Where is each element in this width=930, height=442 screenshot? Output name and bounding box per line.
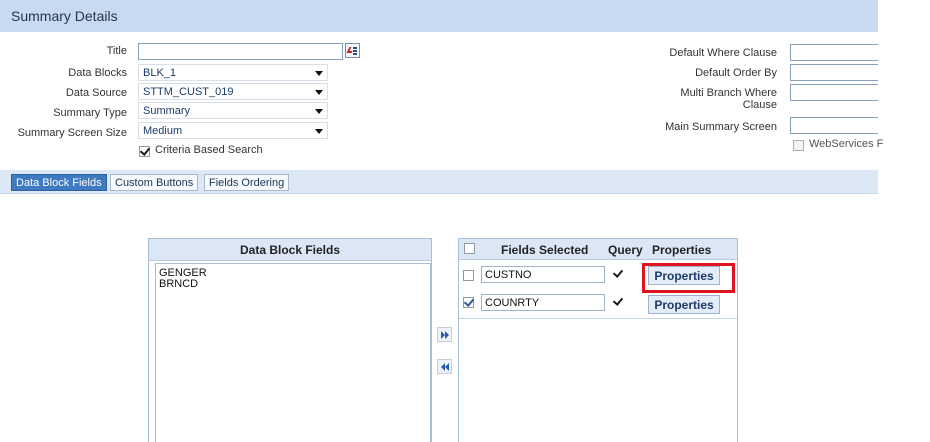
list-item[interactable]: BRNCD — [156, 279, 430, 290]
screen-size-select[interactable]: Medium — [138, 122, 328, 139]
fields-selected-header: Fields Selected — [501, 243, 589, 257]
chevron-down-icon — [315, 90, 323, 95]
webservices-checkbox[interactable] — [793, 140, 804, 151]
grid-divider — [459, 318, 737, 319]
data-block-fields-header: Data Block Fields — [149, 239, 431, 261]
row-select-checkbox[interactable] — [463, 297, 474, 308]
field-name-input[interactable]: CUSTNO — [481, 266, 605, 283]
fields-selected-header-row: Fields Selected Query Properties — [459, 239, 737, 260]
title-input[interactable] — [138, 43, 343, 60]
properties-header: Properties — [652, 243, 712, 257]
tab-fields-ordering[interactable]: Fields Ordering — [204, 174, 290, 191]
default-order-input[interactable] — [790, 64, 878, 81]
default-where-label: Default Where Clause — [669, 47, 777, 59]
criteria-search-label: Criteria Based Search — [155, 144, 263, 156]
data-block-fields-list[interactable]: GENGER BRNCD — [155, 263, 431, 442]
tab-bar: Data Block Fields Custom Buttons Fields … — [0, 170, 878, 194]
chevron-down-icon — [315, 109, 323, 114]
default-where-input[interactable] — [790, 44, 878, 61]
page-title: Summary Details — [11, 8, 118, 24]
default-order-label: Default Order By — [695, 67, 777, 79]
highlight-box — [642, 263, 735, 293]
data-blocks-select[interactable]: BLK_1 — [138, 64, 328, 81]
query-header: Query — [608, 243, 643, 257]
data-blocks-label: Data Blocks — [68, 67, 127, 79]
data-source-select[interactable]: STTM_CUST_019 — [138, 83, 328, 100]
screen-size-label: Summary Screen Size — [17, 127, 127, 139]
move-right-button[interactable] — [437, 327, 452, 342]
field-name-input[interactable]: COUNRTY — [481, 294, 605, 311]
properties-button[interactable]: Properties — [648, 295, 720, 314]
query-checkbox[interactable] — [613, 269, 624, 280]
webservices-label: WebServices F — [809, 138, 884, 150]
query-checkbox[interactable] — [613, 297, 624, 308]
title-label: Title — [106, 45, 127, 57]
multi-branch-input[interactable] — [790, 84, 878, 101]
tab-data-block-fields[interactable]: Data Block Fields — [11, 174, 107, 191]
data-block-fields-panel: Data Block Fields GENGER BRNCD — [148, 238, 432, 442]
chevron-down-icon — [315, 71, 323, 76]
main-summary-input[interactable] — [790, 117, 878, 134]
summary-type-select[interactable]: Summary — [138, 102, 328, 119]
tab-custom-buttons[interactable]: Custom Buttons — [110, 174, 199, 191]
select-all-checkbox[interactable] — [464, 243, 475, 254]
summary-type-label: Summary Type — [53, 107, 127, 119]
row-select-checkbox[interactable] — [463, 270, 474, 281]
chevron-down-icon — [315, 129, 323, 134]
main-summary-label: Main Summary Screen — [665, 121, 777, 133]
data-source-label: Data Source — [65, 87, 127, 99]
move-left-button[interactable] — [437, 359, 452, 374]
criteria-search-checkbox[interactable] — [139, 146, 150, 157]
translate-edit-icon[interactable] — [345, 43, 360, 58]
multi-branch-label: Multi Branch Where Clause — [680, 87, 777, 111]
summary-details-header: Summary Details — [0, 0, 878, 32]
